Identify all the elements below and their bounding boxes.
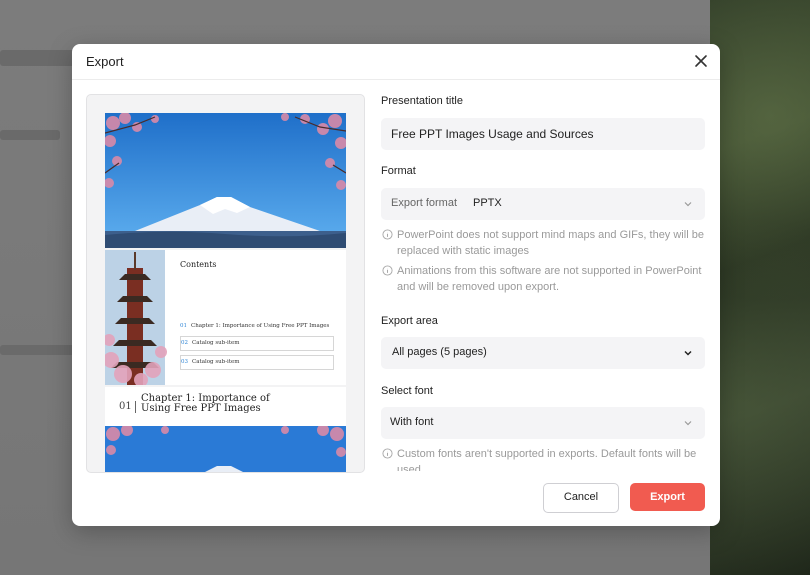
slide-thumbnail-1[interactable] <box>105 113 346 248</box>
chevron-down-icon <box>684 350 692 356</box>
presentation-title-label: Presentation title <box>381 95 463 107</box>
info-icon <box>382 265 393 276</box>
slide-thumbnail-4[interactable] <box>105 426 346 472</box>
format-note-2: Animations from this software are not su… <box>381 263 705 295</box>
fuji-image <box>105 113 346 248</box>
chapter-title: Chapter 1: Importance of Using Free PPT … <box>141 393 270 414</box>
slide-thumbnail-2[interactable]: Contents 01 Chapter 1: Importance of Usin… <box>105 250 346 385</box>
toc-item-3: 03 Catalog sub-item <box>180 355 334 370</box>
slide-thumbnail-3[interactable]: 01 Chapter 1: Importance of Using Free P… <box>105 387 346 427</box>
dialog-header: Export <box>72 44 720 80</box>
select-font-select[interactable]: With font <box>381 407 705 439</box>
select-font-label: Select font <box>381 385 433 397</box>
export-dialog: Export Contents 01 Chapter 1: Importance… <box>72 44 720 526</box>
background-image <box>710 0 810 575</box>
slides-preview[interactable]: Contents 01 Chapter 1: Importance of Usin… <box>86 94 365 473</box>
chevron-down-icon <box>684 202 692 207</box>
format-label: Format <box>381 165 416 177</box>
font-note: Custom fonts aren't supported in exports… <box>381 446 705 471</box>
chapter-divider <box>135 401 136 413</box>
export-format-value: PPTX <box>473 197 502 209</box>
toc-item-2: 02 Catalog sub-item <box>180 336 334 351</box>
info-icon <box>382 448 393 459</box>
cancel-button[interactable]: Cancel <box>543 483 619 513</box>
contents-title: Contents <box>180 260 217 269</box>
info-icon <box>382 229 393 240</box>
export-button[interactable]: Export <box>630 483 705 511</box>
close-icon[interactable] <box>692 52 710 70</box>
format-note-1: PowerPoint does not support mind maps an… <box>381 227 705 259</box>
fuji-image-2 <box>105 426 346 472</box>
presentation-title-input[interactable]: Free PPT Images Usage and Sources <box>381 118 705 150</box>
export-form: Presentation title Free PPT Images Usage… <box>381 94 705 471</box>
dialog-title: Export <box>86 54 124 69</box>
toc-item-1: 01 Chapter 1: Importance of Using Free PP… <box>180 323 330 329</box>
export-area-label: Export area <box>381 315 438 327</box>
chapter-number: 01 <box>119 401 132 412</box>
export-area-select[interactable]: All pages (5 pages) <box>381 337 705 369</box>
chevron-down-icon <box>684 421 692 426</box>
export-format-select[interactable]: Export format PPTX <box>381 188 705 220</box>
